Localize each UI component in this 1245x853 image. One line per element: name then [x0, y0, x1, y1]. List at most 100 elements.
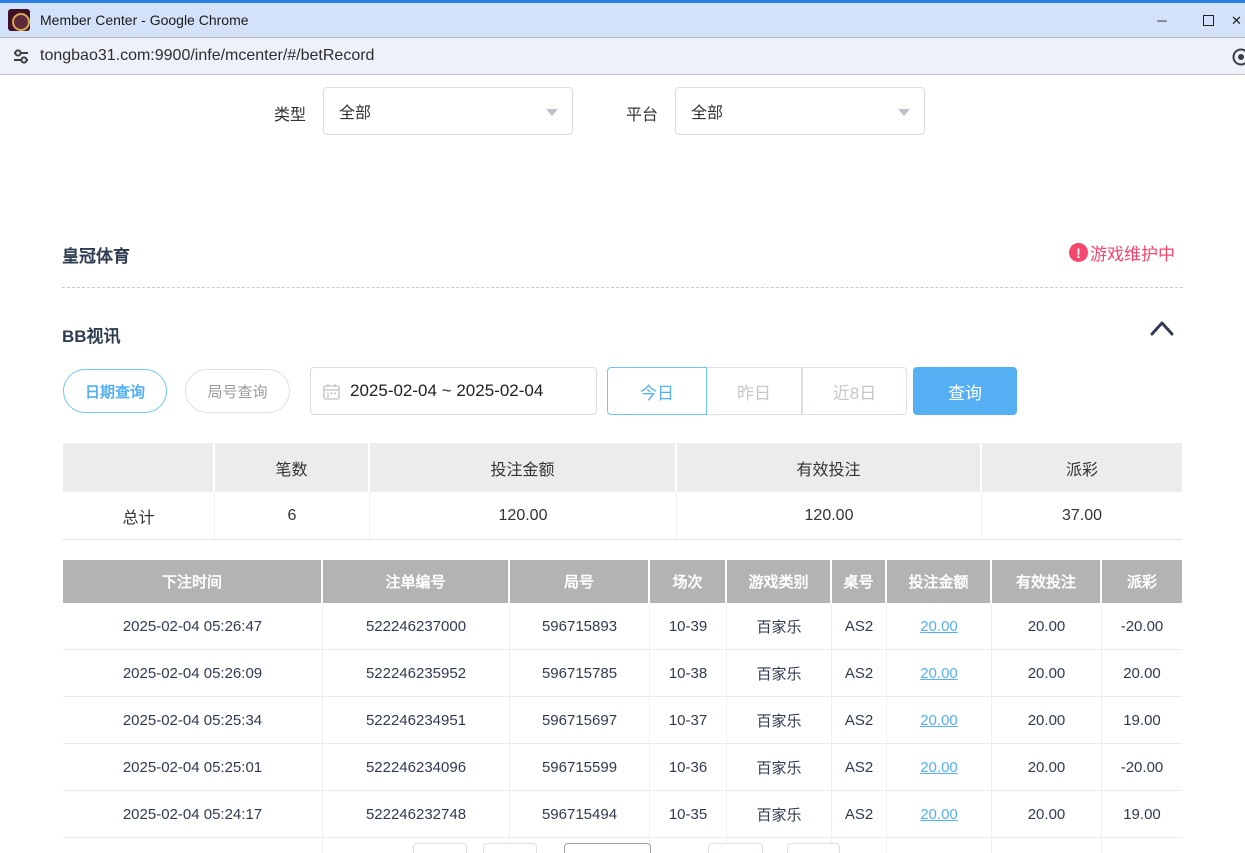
table-cell: 百家乐 [727, 697, 832, 743]
table-cell: 20.00 [992, 791, 1102, 837]
bet-table-header-cell: 注单编号 [323, 560, 510, 603]
maintenance-badge: ! 游戏维护中 [1069, 240, 1175, 265]
table-cell: 522246237000 [323, 603, 510, 649]
table-cell: 2025-02-04 05:26:09 [63, 650, 323, 696]
platform-filter-label: 平台 [626, 101, 658, 125]
table-cell: AS2 [832, 697, 887, 743]
close-button[interactable]: ✕ [1231, 3, 1245, 38]
bet-amount-link[interactable]: 20.00 [920, 618, 958, 635]
type-filter-label: 类型 [274, 101, 306, 125]
table-cell: 10-35 [650, 791, 727, 837]
table-cell: 2025-02-04 05:25:34 [63, 697, 323, 743]
pagination-button[interactable] [483, 843, 537, 853]
search-button[interactable]: 查询 [913, 367, 1017, 415]
date-range-input[interactable]: 2025-02-04 ~ 2025-02-04 [310, 367, 597, 415]
table-cell: 20.00 [992, 697, 1102, 743]
bet-record-page: 类型 全部 平台 全部 皇冠体育 ! 游戏维护中 BB视讯 日期查询 局号查询 [0, 75, 1245, 850]
table-cell: 596715599 [510, 744, 650, 790]
table-row: 2025-02-04 05:26:09522246235952596715785… [63, 650, 1182, 697]
table-cell: 20.00 [887, 838, 992, 853]
bet-amount-link[interactable]: 20.00 [920, 759, 958, 776]
pagination-button[interactable] [708, 843, 763, 853]
section-title-bb-video: BB视讯 [62, 322, 121, 347]
yesterday-button[interactable]: 昨日 [707, 367, 802, 415]
window-title-bar: Member Center - Google Chrome ─ ✕ [0, 0, 1245, 38]
today-button[interactable]: 今日 [607, 367, 707, 415]
section-divider [62, 287, 1183, 288]
chevron-down-icon [546, 109, 558, 116]
type-filter-select[interactable]: 全部 [323, 87, 573, 135]
bet-table-header-row: 下注时间注单编号局号场次游戏类别桌号投注金额有效投注派彩 [63, 560, 1182, 603]
site-settings-icon[interactable] [12, 47, 30, 65]
table-cell: 2025-02-04 05:26:47 [63, 603, 323, 649]
table-row: 2025-02-04 05:26:47522246237000596715893… [63, 603, 1182, 650]
bet-records-table: 下注时间注单编号局号场次游戏类别桌号投注金额有效投注派彩 2025-02-04 … [63, 560, 1182, 853]
table-cell: 522246234096 [323, 744, 510, 790]
summary-header-cell: 笔数 [215, 443, 370, 492]
table-cell: 20.00 [992, 838, 1102, 853]
summary-header-row: 笔数投注金额有效投注派彩 [63, 443, 1182, 492]
table-cell: 10-38 [650, 650, 727, 696]
bet-table-header-cell: 场次 [650, 560, 727, 603]
table-cell: -20.00 [1102, 603, 1182, 649]
table-cell: 20.00 [887, 697, 992, 743]
table-cell: 20.00 [887, 744, 992, 790]
bet-table-header-cell: 局号 [510, 560, 650, 603]
calendar-icon [323, 383, 340, 400]
table-row: 2025-02-04 05:24:17522246232748596715494… [63, 791, 1182, 838]
table-cell: AS2 [832, 603, 887, 649]
table-cell: 596715697 [510, 697, 650, 743]
section-title-crown-sports: 皇冠体育 [62, 242, 130, 267]
quick-range-group: 今日 昨日 近8日 [607, 367, 907, 415]
url-text[interactable]: tongbao31.com:9900/infe/mcenter/#/betRec… [40, 47, 374, 65]
table-cell: 522246235952 [323, 650, 510, 696]
chevron-up-icon[interactable] [1149, 318, 1175, 340]
bet-table-header-cell: 下注时间 [63, 560, 323, 603]
minimize-button[interactable]: ─ [1139, 3, 1185, 38]
pagination-button[interactable] [787, 843, 840, 853]
table-cell: 10-37 [650, 697, 727, 743]
table-cell: 20.00 [992, 744, 1102, 790]
table-cell: 20.00 [887, 603, 992, 649]
pagination-page-input[interactable] [564, 843, 651, 853]
bet-table-header-cell: 有效投注 [992, 560, 1102, 603]
table-cell: 19.00 [1102, 697, 1182, 743]
summary-header-cell: 有效投注 [677, 443, 982, 492]
bet-amount-link[interactable]: 20.00 [920, 806, 958, 823]
table-cell: 522246232748 [323, 791, 510, 837]
bet-amount-link[interactable]: 20.00 [920, 712, 958, 729]
table-cell: AS2 [832, 744, 887, 790]
platform-filter-select[interactable]: 全部 [675, 87, 925, 135]
table-cell: -20.00 [1102, 744, 1182, 790]
summary-total-row: 总计6120.00120.0037.00 [63, 492, 1182, 540]
summary-value-cell: 37.00 [982, 492, 1182, 539]
table-cell: 2025-02-04 05:24:17 [63, 791, 323, 837]
summary-header-cell: 投注金额 [370, 443, 677, 492]
table-row: 2025-02-04 05:25:34522246234951596715697… [63, 697, 1182, 744]
table-cell: 20.00 [1102, 650, 1182, 696]
summary-value-cell: 总计 [63, 492, 215, 539]
summary-header-cell [63, 443, 215, 492]
maximize-button[interactable] [1185, 3, 1231, 38]
extension-eye-icon[interactable] [1231, 47, 1245, 67]
table-cell: 百家乐 [727, 744, 832, 790]
table-cell: 522246234951 [323, 697, 510, 743]
table-cell: 19.00 [1102, 791, 1182, 837]
table-cell: 2025-02-04 05:25:01 [63, 744, 323, 790]
table-cell: AS2 [832, 838, 887, 853]
table-cell: 百家乐 [727, 603, 832, 649]
window-title: Member Center - Google Chrome [40, 12, 249, 28]
exclamation-circle-icon: ! [1069, 243, 1088, 262]
address-bar[interactable]: tongbao31.com:9900/infe/mcenter/#/betRec… [0, 38, 1245, 75]
table-cell: 20.00 [992, 650, 1102, 696]
table-cell: 20.00 [887, 650, 992, 696]
summary-table: 笔数投注金额有效投注派彩 总计6120.00120.0037.00 [63, 443, 1182, 540]
last-8-days-button[interactable]: 近8日 [802, 367, 907, 415]
bet-amount-link[interactable]: 20.00 [920, 665, 958, 682]
table-cell: 20.00 [992, 603, 1102, 649]
pagination-button[interactable] [413, 843, 467, 853]
table-cell: 2025-02-04 05:23:45 [63, 838, 323, 853]
date-query-tab[interactable]: 日期查询 [63, 369, 167, 413]
query-toolbar: 日期查询 局号查询 2025-02-04 ~ 2025-02-04 今日 昨日 … [0, 367, 1245, 415]
round-query-tab[interactable]: 局号查询 [185, 369, 290, 413]
